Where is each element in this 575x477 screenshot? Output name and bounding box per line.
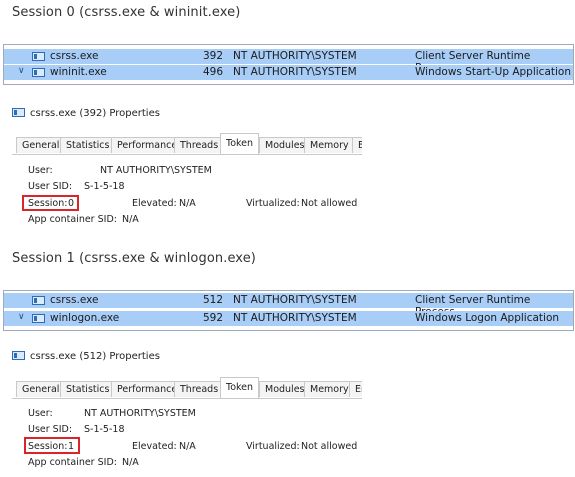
window-icon: [12, 351, 25, 360]
user-value: NT AUTHORITY\SYSTEM: [84, 408, 196, 419]
tab-performance[interactable]: Performance: [111, 381, 184, 397]
tab-statistics[interactable]: Statistics: [60, 137, 116, 153]
process-name: winlogon.exe: [50, 312, 120, 324]
section-0-heading: Session 0 (csrss.exe & wininit.exe): [12, 5, 241, 20]
virtualized-label: Virtualized:: [246, 441, 300, 452]
properties-title-text: csrss.exe (512) Properties: [30, 351, 160, 362]
tab-token[interactable]: Token: [220, 377, 260, 398]
tab-token[interactable]: Token: [220, 133, 260, 154]
elevated-value: N/A: [179, 441, 196, 452]
properties-tabbar-1: General Statistics Performance Threads T…: [12, 377, 362, 399]
tab-modules[interactable]: Modules: [259, 137, 311, 153]
process-name: csrss.exe: [50, 294, 99, 306]
tab-general[interactable]: General: [16, 381, 66, 397]
process-pid: 512: [202, 294, 223, 306]
tab-overflow[interactable]: E: [352, 137, 362, 153]
process-list-0: csrss.exe 392 NT AUTHORITY\SYSTEM Client…: [3, 44, 574, 85]
process-user: NT AUTHORITY\SYSTEM: [233, 50, 357, 62]
process-row-wininit-496[interactable]: ∨ wininit.exe 496 NT AUTHORITY\SYSTEM Wi…: [4, 65, 573, 80]
user-label: User:: [28, 165, 53, 176]
virtualized-value: Not allowed: [301, 441, 358, 452]
chevron-down-icon[interactable]: ∨: [18, 312, 25, 322]
process-row-csrss-392[interactable]: csrss.exe 392 NT AUTHORITY\SYSTEM Client…: [4, 49, 573, 74]
properties-window-title-1: csrss.exe (512) Properties: [12, 351, 160, 362]
process-name: csrss.exe: [50, 50, 99, 62]
user-sid-value: S-1-5-18: [84, 424, 125, 435]
virtualized-label: Virtualized:: [246, 198, 300, 209]
window-icon: [12, 108, 25, 117]
process-description: Windows Start-Up Application: [415, 66, 572, 78]
process-pid: 496: [202, 66, 223, 78]
window-icon: [32, 52, 45, 61]
user-value: NT AUTHORITY\SYSTEM: [100, 165, 212, 176]
user-label: User:: [28, 408, 53, 419]
tab-memory[interactable]: Memory: [304, 381, 355, 397]
process-description: Windows Logon Application: [415, 312, 560, 324]
elevated-value: N/A: [179, 198, 196, 209]
process-list-1: csrss.exe 512 NT AUTHORITY\SYSTEM Client…: [3, 290, 574, 331]
properties-title-text: csrss.exe (392) Properties: [30, 108, 160, 119]
process-user: NT AUTHORITY\SYSTEM: [233, 312, 357, 324]
app-container-sid-label: App container SID:: [28, 457, 117, 468]
virtualized-value: Not allowed: [301, 198, 358, 209]
session-highlight-outline: [22, 195, 79, 211]
app-container-sid-value: N/A: [122, 457, 139, 468]
tab-general[interactable]: General: [16, 137, 66, 153]
app-container-sid-value: N/A: [122, 214, 139, 225]
user-sid-value: S-1-5-18: [84, 181, 125, 192]
tab-memory[interactable]: Memory: [304, 137, 355, 153]
tab-threads[interactable]: Threads: [174, 137, 225, 153]
token-panel-1: User: NT AUTHORITY\SYSTEM User SID: S-1-…: [12, 399, 362, 469]
process-row-winlogon-592[interactable]: ∨ winlogon.exe 592 NT AUTHORITY\SYSTEM W…: [4, 311, 573, 326]
tab-threads[interactable]: Threads: [174, 381, 225, 397]
process-user: NT AUTHORITY\SYSTEM: [233, 294, 357, 306]
properties-tabbar-0: General Statistics Performance Threads T…: [12, 133, 362, 155]
window-icon: [32, 314, 45, 323]
user-sid-label: User SID:: [28, 181, 73, 192]
chevron-down-icon[interactable]: ∨: [18, 66, 25, 76]
tab-statistics[interactable]: Statistics: [60, 381, 116, 397]
elevated-label: Elevated:: [132, 441, 177, 452]
process-pid: 592: [202, 312, 223, 324]
properties-window-title-0: csrss.exe (392) Properties: [12, 108, 160, 119]
tab-performance[interactable]: Performance: [111, 137, 184, 153]
user-sid-label: User SID:: [28, 424, 73, 435]
section-1-heading: Session 1 (csrss.exe & winlogon.exe): [12, 251, 256, 266]
app-container-sid-label: App container SID:: [28, 214, 117, 225]
tab-modules[interactable]: Modules: [259, 381, 311, 397]
token-panel-0: User: NT AUTHORITY\SYSTEM User SID: S-1-…: [12, 155, 362, 225]
window-icon: [32, 296, 45, 305]
process-name: wininit.exe: [50, 66, 107, 78]
process-pid: 392: [202, 50, 223, 62]
elevated-label: Elevated:: [132, 198, 177, 209]
window-icon: [32, 68, 45, 77]
tab-overflow[interactable]: En: [349, 381, 362, 397]
process-row-csrss-512[interactable]: csrss.exe 512 NT AUTHORITY\SYSTEM Client…: [4, 293, 573, 318]
process-user: NT AUTHORITY\SYSTEM: [233, 66, 357, 78]
session-highlight-outline: [24, 437, 80, 454]
